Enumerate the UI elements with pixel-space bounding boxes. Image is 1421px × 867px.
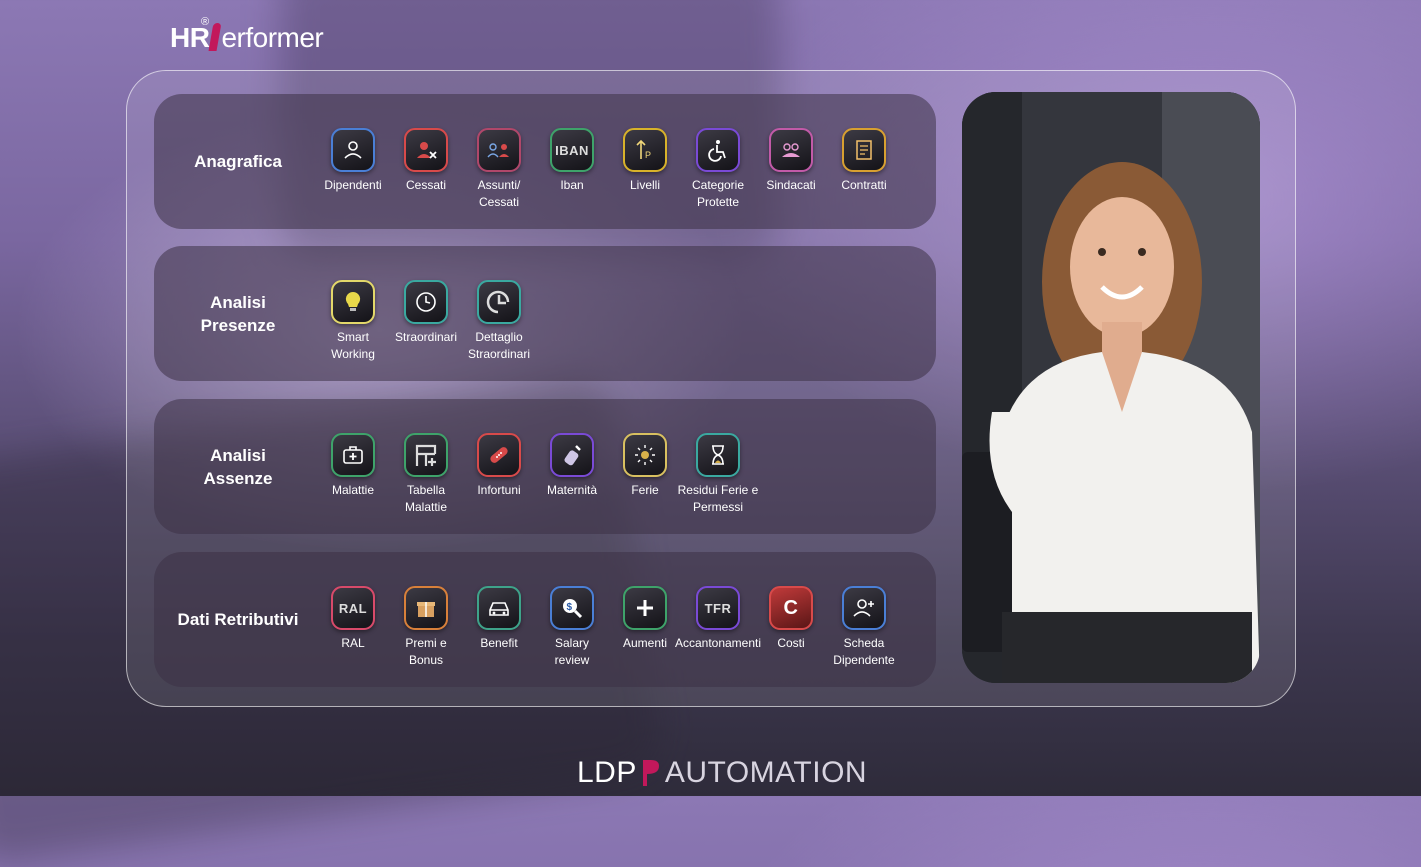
section-title: Dati Retributivi <box>177 610 299 629</box>
search-dollar-icon[interactable]: $ <box>550 586 594 630</box>
level-up-icon[interactable]: P <box>623 128 667 172</box>
icon-text: IBAN <box>555 142 589 158</box>
section-anagrafica: Anagrafica Dipendenti Cessati Assunti/ Cess… <box>154 94 936 229</box>
wheelchair-icon[interactable] <box>696 128 740 172</box>
brand-mark-icon <box>642 760 659 786</box>
hrperformer-logo: HR ® erformer <box>170 16 324 54</box>
lightbulb-icon[interactable] <box>331 280 375 324</box>
gift-icon[interactable] <box>404 586 448 630</box>
ldp-automation-logo: LDP AUTOMATION <box>577 756 867 790</box>
tile-label: Contratti <box>841 178 887 192</box>
logo-text: erformer <box>221 22 324 53</box>
plus-icon[interactable] <box>623 586 667 630</box>
section-title: Anagrafica <box>194 152 282 171</box>
section-analisi-assenze: Analisi Assenze Malattie Tabella Malattie I… <box>154 399 936 534</box>
icon-text: RAL <box>338 600 368 616</box>
sun-icon[interactable] <box>623 433 667 477</box>
icon-text: C <box>783 596 799 619</box>
persons-in-out-icon[interactable] <box>477 128 521 172</box>
person-add-icon[interactable] <box>842 586 886 630</box>
tile-label: Dettaglio Straordinari <box>467 330 531 361</box>
tile-label: Residui Ferie e Permessi <box>677 483 759 514</box>
logo-registered: ® <box>201 16 209 28</box>
contract-icon[interactable] <box>842 128 886 172</box>
clock-detail-icon[interactable] <box>477 280 521 324</box>
tile-label: Scheda Dipendente <box>833 636 895 667</box>
tile-scheda-dipendente[interactable]: Scheda Dipendente <box>819 586 909 669</box>
medical-table-icon[interactable] <box>404 433 448 477</box>
brand-automation: AUTOMATION <box>664 756 868 789</box>
clock-icon[interactable] <box>404 280 448 324</box>
employee-photo <box>962 92 1260 683</box>
section-title: Analisi Assenze <box>203 445 273 488</box>
svg-text:P: P <box>645 150 651 160</box>
tile-residui-ferie-e-permessi[interactable]: Residui Ferie e Permessi <box>673 433 763 516</box>
baby-bottle-icon[interactable] <box>550 433 594 477</box>
ral-icon[interactable]: RAL <box>331 586 375 630</box>
tile-dettaglio-straordinari[interactable]: Dettaglio Straordinari <box>454 280 544 363</box>
car-icon[interactable] <box>477 586 521 630</box>
hourglass-icon[interactable] <box>696 433 740 477</box>
bandage-icon[interactable] <box>477 433 521 477</box>
section-dati-retributivi: Dati Retributivi RAL RAL Premi e Bonus Benef… <box>154 552 936 687</box>
group-icon[interactable] <box>769 128 813 172</box>
tfr-icon[interactable]: TFR <box>696 586 740 630</box>
section-analisi-presenze: Analisi Presenze Smart Working Straordinar… <box>154 246 936 381</box>
iban-icon[interactable]: IBAN <box>550 128 594 172</box>
icon-text: TFR <box>704 600 732 616</box>
section-title: Analisi Presenze <box>200 292 276 335</box>
person-icon[interactable] <box>331 128 375 172</box>
logo-p-mark <box>208 23 222 51</box>
tile-contratti[interactable]: Contratti <box>819 128 909 194</box>
person-remove-icon[interactable] <box>404 128 448 172</box>
svg-text:$: $ <box>567 602 573 613</box>
cost-icon[interactable]: C <box>769 586 813 630</box>
medkit-icon[interactable] <box>331 433 375 477</box>
brand-ldp: LDP <box>577 756 637 789</box>
